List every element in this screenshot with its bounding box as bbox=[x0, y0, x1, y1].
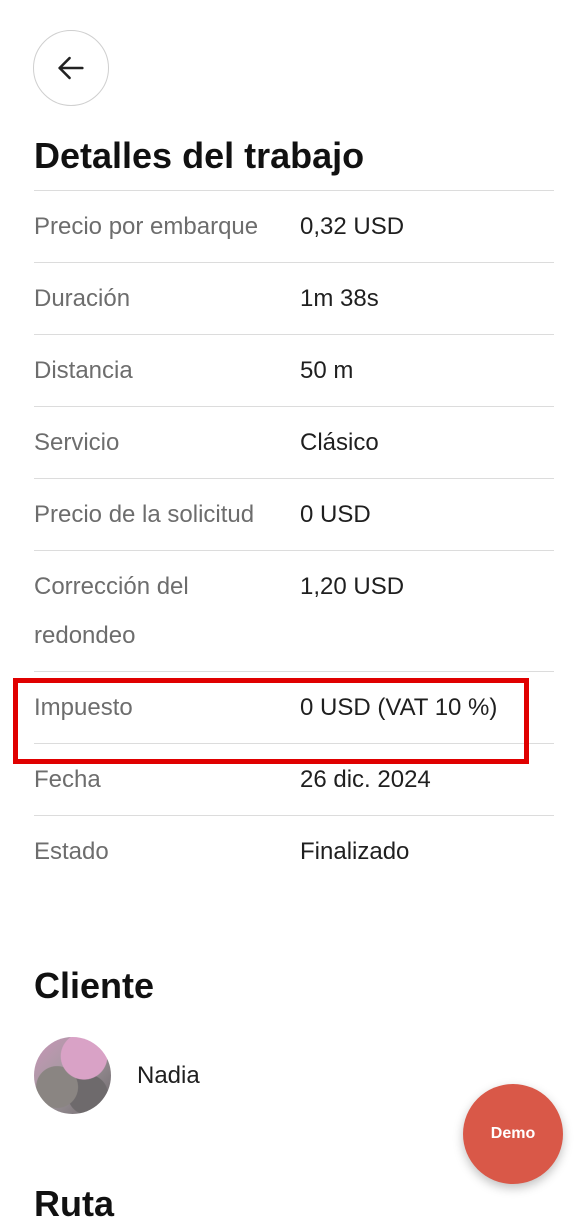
detail-value: 50 m bbox=[300, 357, 354, 384]
detail-row-duration: Duración 1m 38s bbox=[34, 262, 554, 334]
client-row[interactable]: Nadia bbox=[34, 1037, 200, 1114]
detail-value: 26 dic. 2024 bbox=[300, 766, 431, 793]
detail-value: 0 USD (VAT 10 %) bbox=[300, 694, 498, 721]
detail-row-distance: Distancia 50 m bbox=[34, 334, 554, 406]
client-name: Nadia bbox=[137, 1061, 200, 1089]
detail-value: Clásico bbox=[300, 429, 379, 456]
detail-value: 0,32 USD bbox=[300, 213, 405, 240]
detail-label: Precio de la solicitud bbox=[34, 501, 255, 528]
page-title: Detalles del trabajo bbox=[34, 135, 365, 176]
route-section-title: Ruta bbox=[34, 1183, 114, 1224]
detail-row-request-price: Precio de la solicitud 0 USD bbox=[34, 478, 554, 550]
detail-label: Duración bbox=[34, 285, 131, 312]
detail-row-status: Estado Finalizado bbox=[34, 815, 554, 887]
detail-value: 1,20 USD bbox=[300, 573, 405, 600]
detail-row-tax: Impuesto 0 USD (VAT 10 %) bbox=[34, 671, 554, 743]
detail-label: Fecha bbox=[34, 766, 101, 793]
detail-value: 0 USD bbox=[300, 501, 371, 528]
detail-label: Corrección del redondeo bbox=[34, 573, 189, 649]
detail-label: Impuesto bbox=[34, 694, 133, 721]
detail-value: Finalizado bbox=[300, 838, 410, 865]
detail-value: 1m 38s bbox=[300, 285, 379, 312]
detail-row-price-per-pickup: Precio por embarque 0,32 USD bbox=[34, 190, 554, 262]
arrow-left-icon bbox=[58, 56, 84, 80]
demo-button-label: Demo bbox=[490, 1125, 536, 1142]
detail-row-rounding-correction: Corrección del redondeo 1,20 USD bbox=[34, 550, 554, 671]
detail-label: Distancia bbox=[34, 357, 133, 384]
detail-label: Servicio bbox=[34, 429, 120, 456]
client-section-title: Cliente bbox=[34, 965, 155, 1006]
avatar bbox=[34, 1037, 111, 1114]
demo-button[interactable]: Demo bbox=[463, 1084, 563, 1184]
detail-label: Estado bbox=[34, 838, 109, 865]
detail-label: Precio por embarque bbox=[34, 213, 259, 240]
job-details-list: Precio por embarque 0,32 USD Duración 1m… bbox=[34, 190, 554, 887]
detail-row-service: Servicio Clásico bbox=[34, 406, 554, 478]
back-button[interactable] bbox=[33, 30, 109, 106]
detail-row-date: Fecha 26 dic. 2024 bbox=[34, 743, 554, 815]
